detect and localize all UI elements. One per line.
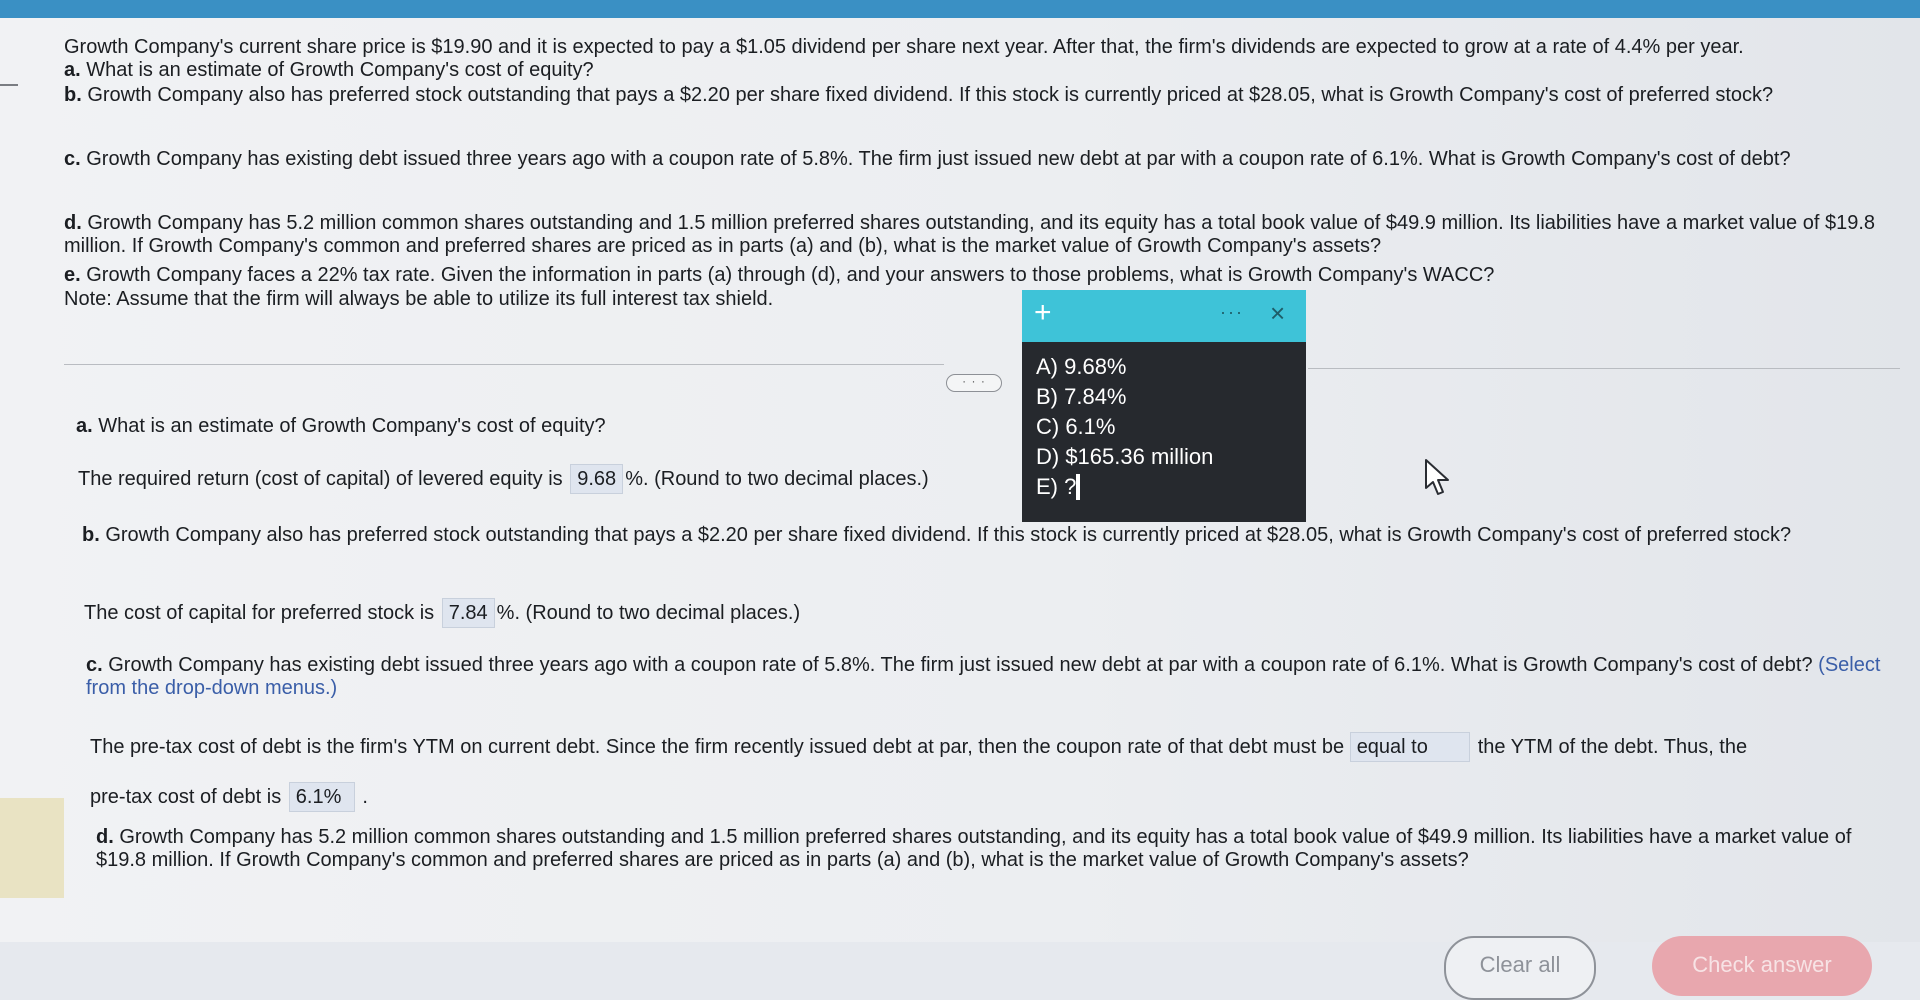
cost-of-equity-input[interactable]: 9.68: [570, 464, 624, 494]
left-highlight-strip: [0, 798, 64, 898]
expand-question-button[interactable]: · · ·: [946, 374, 1002, 392]
coupon-vs-ytm-dropdown[interactable]: equal to: [1349, 732, 1470, 762]
answer-a-line: The required return (cost of capital) of…: [78, 464, 929, 494]
answer-a-question: a. What is an estimate of Growth Company…: [76, 415, 606, 437]
pretax-cost-of-debt-dropdown[interactable]: 6.1%: [288, 782, 355, 812]
question-part-d: d. Growth Company has 5.2 million common…: [64, 212, 1875, 257]
edge-marker: [0, 84, 18, 86]
note-line: B) 7.84%: [1036, 384, 1127, 409]
answer-c-line-2: pre-tax cost of debt is 6.1% .: [90, 782, 368, 812]
answer-b-line: The cost of capital for preferred stock …: [84, 598, 800, 628]
question-part-c: c. Growth Company has existing debt issu…: [64, 148, 1791, 170]
answer-c-line-1: The pre-tax cost of debt is the firm's Y…: [90, 732, 1747, 762]
sticky-note-popup: + ··· × A) 9.68% B) 7.84% C) 6.1% D) $16…: [1022, 290, 1306, 522]
question-note: Note: Assume that the firm will always b…: [64, 288, 774, 310]
question-part-b: b. Growth Company also has preferred sto…: [64, 84, 1774, 106]
note-line: C) 6.1%: [1036, 414, 1116, 439]
problem-page: Growth Company's current share price is …: [0, 18, 1920, 1000]
more-options-icon[interactable]: ···: [1220, 302, 1244, 323]
section-divider-left: [64, 364, 944, 365]
check-answer-button[interactable]: Check answer: [1652, 936, 1872, 996]
add-note-icon[interactable]: +: [1034, 296, 1052, 330]
clear-all-button[interactable]: Clear all: [1444, 936, 1596, 1000]
note-line: D) $165.36 million: [1036, 444, 1214, 469]
note-line: A) 9.68%: [1036, 354, 1127, 379]
sticky-note-header: + ··· ×: [1022, 290, 1306, 342]
question-part-a: a. What is an estimate of Growth Company…: [64, 59, 594, 81]
answer-b-question: b. Growth Company also has preferred sto…: [82, 524, 1792, 546]
question-part-e: e. Growth Company faces a 22% tax rate. …: [64, 264, 1495, 286]
mouse-pointer-icon: [1425, 459, 1449, 495]
text-caret: [1076, 474, 1081, 500]
question-intro: Growth Company's current share price is …: [64, 36, 1744, 58]
answer-d-question: d. Growth Company has 5.2 million common…: [96, 826, 1852, 871]
note-line-active: E) ?: [1036, 474, 1081, 500]
answer-c-question: c. Growth Company has existing debt issu…: [86, 654, 1881, 699]
sticky-note-body[interactable]: A) 9.68% B) 7.84% C) 6.1% D) $165.36 mil…: [1022, 342, 1306, 522]
cost-of-preferred-input[interactable]: 7.84: [441, 598, 495, 628]
section-divider-right: [1308, 368, 1900, 369]
close-icon[interactable]: ×: [1270, 298, 1285, 328]
